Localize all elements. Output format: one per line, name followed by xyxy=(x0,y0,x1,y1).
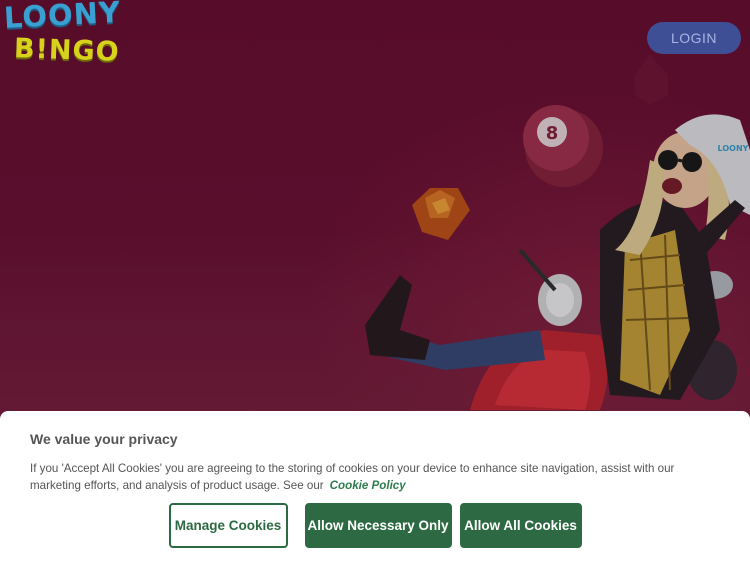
cookie-consent-banner: We value your privacy If you 'Accept All… xyxy=(0,411,750,563)
loony-bingo-logo[interactable]: LOONY B!NGO xyxy=(2,0,132,74)
logo-bottom-text: B!NGO xyxy=(13,33,121,68)
logo-top-text: LOONY xyxy=(3,0,122,35)
cookie-actions: Manage Cookies Allow Necessary Only Allo… xyxy=(0,503,750,548)
login-button[interactable]: LOGIN xyxy=(647,22,741,54)
cookie-banner-text: If you 'Accept All Cookies' you are agre… xyxy=(30,460,720,494)
allow-all-cookies-button[interactable]: Allow All Cookies xyxy=(459,503,582,548)
hero-banner: 8 LOONY LOONY B!NGO LOGIN xyxy=(0,0,750,420)
cookie-banner-title: We value your privacy xyxy=(30,431,178,447)
cookie-policy-link[interactable]: Cookie Policy xyxy=(330,479,406,492)
allow-necessary-only-button[interactable]: Allow Necessary Only xyxy=(304,503,452,548)
manage-cookies-button[interactable]: Manage Cookies xyxy=(168,503,288,548)
